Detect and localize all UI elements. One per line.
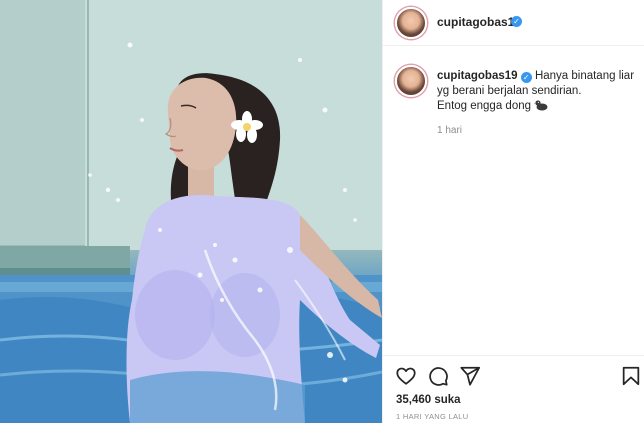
likes-count[interactable]: 35,460 suka bbox=[396, 394, 461, 406]
caption-avatar[interactable] bbox=[395, 65, 427, 97]
caption-timestamp: 1 hari bbox=[437, 125, 463, 136]
verified-badge-icon: ✓ bbox=[511, 16, 522, 27]
bookmark-icon[interactable] bbox=[620, 365, 642, 387]
instagram-post: cupitagobas19 ✓ cupitagobas19 ✓ Hanya bi… bbox=[0, 0, 644, 423]
actions-divider bbox=[383, 355, 644, 356]
caption-username[interactable]: cupitagobas19 bbox=[437, 70, 518, 82]
heart-icon[interactable] bbox=[395, 365, 417, 387]
header-username[interactable]: cupitagobas19 bbox=[437, 15, 521, 29]
verified-badge-icon: ✓ bbox=[520, 72, 532, 83]
comment-icon[interactable] bbox=[427, 365, 449, 387]
avatar[interactable] bbox=[395, 7, 427, 39]
pool-photo-illustration bbox=[0, 0, 382, 423]
post-header: cupitagobas19 ✓ bbox=[383, 0, 644, 46]
caption-line-2: Entog engga dong bbox=[437, 100, 532, 112]
caption-text: cupitagobas19 ✓ Hanya binatang liar yg b… bbox=[437, 69, 637, 114]
post-date[interactable]: 1 HARI YANG LALU bbox=[396, 412, 468, 421]
post-image[interactable] bbox=[0, 0, 382, 423]
post-sidebar: cupitagobas19 ✓ cupitagobas19 ✓ Hanya bi… bbox=[382, 0, 644, 423]
duck-emoji-icon bbox=[534, 100, 548, 111]
share-icon[interactable] bbox=[459, 365, 481, 387]
